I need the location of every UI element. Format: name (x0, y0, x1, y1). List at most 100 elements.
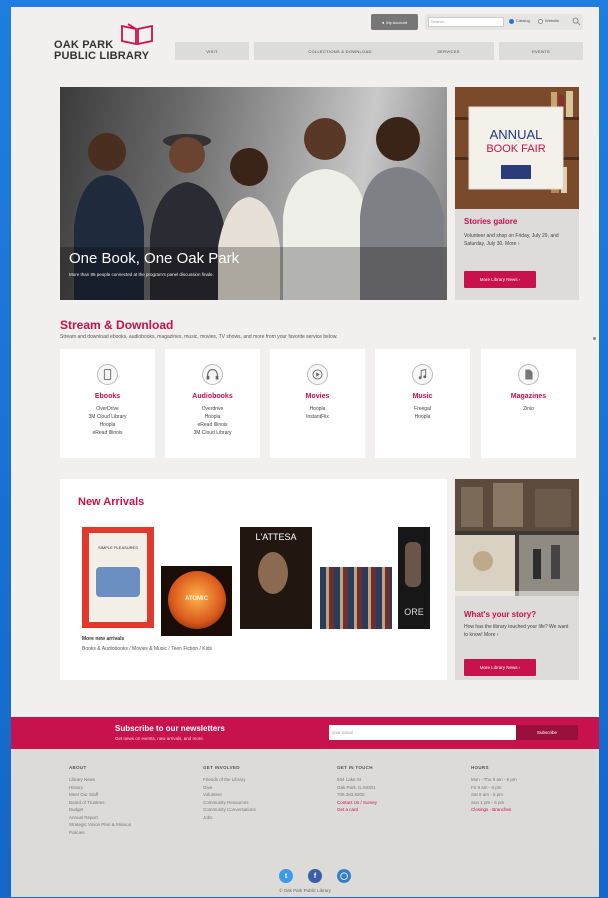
book-cover[interactable]: ORE (398, 527, 430, 629)
footer-involved-link[interactable]: Give (203, 784, 256, 792)
website-radio[interactable] (538, 19, 543, 24)
newsletter-title: Subscribe to our newsletters (115, 724, 225, 733)
hero-subtitle: More than 85 people connected at the pro… (69, 272, 214, 277)
new-arrivals-section: New Arrivals ‹ SIMPLE PLEASURES ATOMIC L… (60, 479, 447, 680)
movies-item[interactable]: Hoopla (270, 405, 365, 413)
music-title[interactable]: Music (375, 393, 470, 400)
magazines-title[interactable]: Magazines (481, 393, 576, 400)
nav-collections-download[interactable]: COLLECTIONS & DOWNLOAD (254, 42, 426, 60)
movies-card[interactable]: Movies Hoopla InstantFlix (270, 349, 365, 458)
ebooks-item[interactable]: Hoopla (60, 421, 155, 429)
footer-about-link[interactable]: Library News (69, 776, 131, 784)
magazines-item[interactable]: Zinio (481, 405, 576, 413)
scroll-indicator[interactable] (593, 337, 596, 340)
movies-title[interactable]: Movies (270, 393, 365, 400)
magazines-card[interactable]: Magazines Zinio (481, 349, 576, 458)
footer-involved-link[interactable]: Community Resources (203, 799, 256, 807)
book-cover[interactable]: L'ATTESA (240, 527, 312, 629)
footer-about-link[interactable]: Budget (69, 806, 131, 814)
footer-hours-line: Fri 9 am - 6 pm (471, 784, 502, 790)
footer-about-link[interactable]: Annual Report (69, 814, 131, 822)
facebook-icon[interactable]: f (308, 869, 322, 883)
my-account-label: My Account (386, 19, 408, 25)
audiobooks-item[interactable]: 3M Cloud Library (165, 429, 260, 437)
nav-services[interactable]: SERVICES (403, 42, 494, 60)
book-cover[interactable] (320, 567, 392, 629)
footer-involved-link[interactable]: Volunteer (203, 791, 256, 799)
hero-title[interactable]: One Book, One Oak Park (69, 250, 239, 267)
footer-about-link[interactable]: Meet Our Staff (69, 791, 131, 799)
book-fair-sign-line-1: ANNUAL (489, 127, 543, 142)
stories-galore-title[interactable]: Stories galore (464, 217, 517, 226)
user-icon: ● (381, 19, 385, 25)
ebooks-item[interactable]: 3M Cloud Library (60, 413, 155, 421)
footer-hours-column: HOURS Mon - Thu 9 am - 9 pm Fri 9 am - 6… (471, 765, 517, 814)
book-title: SIMPLE PLEASURES (98, 545, 138, 550)
nav-visit[interactable]: VISIT (175, 42, 249, 60)
audiobooks-item[interactable]: Hoopla (165, 413, 260, 421)
music-card[interactable]: Music Freegal Hoopla (375, 349, 470, 458)
audiobooks-card[interactable]: Audiobooks Overdrive Hoopla eRead Illino… (165, 349, 260, 458)
subscribe-button[interactable]: Subscribe (516, 725, 578, 740)
footer-involved-link[interactable]: Friends of the Library (203, 776, 256, 784)
movies-item[interactable]: InstantFlix (270, 413, 365, 421)
ebooks-card[interactable]: Ebooks OverDrive 3M Cloud Library Hoopla… (60, 349, 155, 458)
hero-photo (60, 117, 447, 300)
footer-phone[interactable]: 708.383.8200 (337, 791, 377, 799)
footer-involved-heading: GET INVOLVED (203, 765, 240, 770)
whats-your-story-title[interactable]: What's your story? (464, 610, 536, 619)
library-event-photo[interactable] (455, 479, 579, 596)
footer-hours-link[interactable]: Closings · Branches (471, 806, 517, 814)
music-note-icon (412, 364, 433, 385)
new-arrivals-title: New Arrivals (78, 496, 145, 508)
arrivals-category-links[interactable]: Books & Audiobooks / Movies & Music / Te… (82, 646, 212, 652)
newsletter-email-input[interactable]: your email (329, 725, 516, 740)
audiobooks-title[interactable]: Audiobooks (165, 393, 260, 400)
book-fair-image[interactable]: ANNUAL BOOK FAIR (455, 87, 579, 209)
document-icon (518, 364, 539, 385)
footer-involved-link[interactable]: Jobs (203, 814, 256, 822)
newsletter-subtitle: Get news on events, new arrivals, and mo… (115, 736, 205, 741)
music-item[interactable]: Freegal (375, 405, 470, 413)
footer-contact-link[interactable]: Contact Us / Survey (337, 799, 377, 807)
book-cover[interactable]: ATOMIC (161, 566, 232, 636)
search-icon[interactable] (572, 17, 581, 26)
ebooks-item[interactable]: eRead Illinois (60, 429, 155, 437)
more-library-news-button[interactable]: More Library News › (464, 271, 536, 288)
nav-events[interactable]: EVENTS (499, 42, 583, 60)
ebooks-item[interactable]: OverDrive (60, 405, 155, 413)
website-radio-label: Website (545, 18, 560, 23)
book-fair-sign-line-2: BOOK FAIR (486, 143, 546, 155)
twitter-icon[interactable]: t (279, 869, 293, 883)
catalog-radio[interactable] (509, 19, 514, 24)
footer-about-link[interactable]: History (69, 784, 131, 792)
audiobooks-item[interactable]: eRead Illinois (165, 421, 260, 429)
footer-address-line: 834 Lake St (337, 777, 362, 782)
search-input[interactable]: Search... (428, 17, 504, 27)
library-logo[interactable]: OAK PARK PUBLIC LIBRARY (54, 23, 174, 68)
whats-your-story-card: What's your story? How has the library t… (455, 479, 579, 680)
book-cover[interactable]: SIMPLE PLEASURES (82, 527, 154, 628)
hero-banner[interactable]: One Book, One Oak Park More than 85 peop… (60, 87, 447, 300)
footer-involved-link[interactable]: Community Conversations (203, 806, 256, 814)
instagram-icon[interactable]: ◯ (337, 869, 351, 883)
music-item[interactable]: Hoopla (375, 413, 470, 421)
footer-hours-line: Sun 1 pm - 6 pm (471, 799, 505, 805)
footer-hours-heading: HOURS (471, 765, 489, 770)
footer-contact-heading: GET IN TOUCH (337, 765, 373, 770)
footer-about-link[interactable]: Policies (69, 829, 131, 837)
story-more-library-news-button[interactable]: More Library News › (464, 659, 536, 676)
ebooks-title[interactable]: Ebooks (60, 393, 155, 400)
event-photo-illustration (455, 479, 579, 596)
footer-about-column: ABOUT Library News History Meet Our Staf… (69, 765, 131, 836)
footer-contact-link[interactable]: Get a card (337, 806, 377, 814)
book-title: ORE (404, 607, 424, 617)
book-title: L'ATTESA (255, 532, 297, 542)
footer-contact-column: GET IN TOUCH 834 Lake St Oak Park, IL 60… (337, 765, 377, 814)
audiobooks-item[interactable]: Overdrive (165, 405, 260, 413)
catalog-radio-label: Catalog (516, 18, 530, 23)
footer-about-link[interactable]: Strategic Vision Plan & Mission (69, 821, 131, 829)
my-account-button[interactable]: ● My Account (371, 14, 418, 30)
more-new-arrivals-label[interactable]: More new arrivals (82, 636, 124, 642)
footer-about-link[interactable]: Board of Trustees (69, 799, 131, 807)
